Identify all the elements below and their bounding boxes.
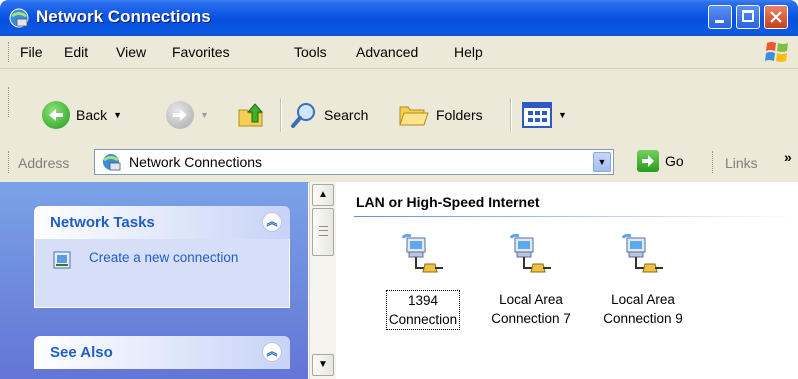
- back-dropdown-icon[interactable]: ▼: [113, 110, 122, 120]
- up-folder-icon: [238, 103, 264, 127]
- back-arrow-icon: [42, 101, 70, 129]
- content-area: LAN or High-Speed Internet 1394 Connecti…: [336, 182, 798, 379]
- see-also-panel: See Also ︽: [34, 336, 290, 369]
- see-also-title: See Also: [50, 344, 113, 361]
- group-header: LAN or High-Speed Internet: [356, 194, 540, 210]
- search-button[interactable]: Search: [290, 101, 368, 129]
- menu-help[interactable]: Help: [454, 44, 483, 60]
- connection-label-line1: 1394: [407, 293, 439, 308]
- menu-edit[interactable]: Edit: [64, 44, 88, 60]
- new-connection-icon: [53, 251, 71, 269]
- group-divider: [354, 216, 798, 217]
- windows-logo-icon: [765, 42, 788, 62]
- title-bar[interactable]: Network Connections: [0, 0, 798, 36]
- forward-button[interactable]: ▼: [166, 101, 209, 129]
- scroll-up-button[interactable]: ▲: [312, 184, 334, 206]
- go-button[interactable]: Go: [637, 150, 684, 172]
- back-label: Back: [76, 107, 108, 123]
- folders-label: Folders: [436, 107, 483, 123]
- menu-tools[interactable]: Tools: [294, 44, 327, 60]
- menu-grip[interactable]: [8, 42, 11, 62]
- connection-label-line2: Connection 7: [491, 311, 571, 326]
- connection-label-line2: Connection: [388, 312, 458, 327]
- forward-arrow-icon: [166, 101, 194, 129]
- maximize-icon: [742, 10, 754, 22]
- connection-label-line2: Connection 9: [603, 311, 683, 326]
- folders-icon: [399, 106, 429, 126]
- create-connection-link[interactable]: Create a new connection: [89, 249, 249, 267]
- minimize-icon: [715, 20, 724, 23]
- close-icon: [770, 11, 782, 23]
- vertical-scrollbar[interactable]: ▲ ▼: [309, 182, 336, 379]
- network-tasks-header[interactable]: Network Tasks ︽: [34, 206, 290, 239]
- menu-advanced[interactable]: Advanced: [356, 44, 418, 60]
- links-button[interactable]: Links: [725, 155, 758, 171]
- window-title: Network Connections: [36, 7, 211, 26]
- menu-favorites[interactable]: Favorites: [172, 44, 230, 60]
- address-dropdown-button[interactable]: ▼: [593, 152, 611, 172]
- menu-bar: File Edit View Favorites Tools Advanced …: [0, 36, 798, 69]
- toolbar-separator: [280, 98, 282, 132]
- go-arrow-icon: [637, 150, 659, 172]
- back-button[interactable]: Back ▼: [42, 101, 122, 129]
- address-grip[interactable]: [8, 151, 11, 173]
- connection-item-local-area-9[interactable]: Local Area Connection 9: [588, 234, 698, 328]
- network-connection-icon: [401, 234, 443, 273]
- scroll-thumb[interactable]: [312, 208, 334, 256]
- search-label: Search: [324, 107, 369, 123]
- chevron-down-icon: ▼: [318, 359, 328, 370]
- folders-button[interactable]: Folders: [398, 101, 483, 129]
- views-icon: [522, 102, 552, 128]
- chevron-up-icon: ▲: [318, 189, 328, 200]
- collapse-up-icon[interactable]: ︽: [262, 342, 282, 362]
- menu-view[interactable]: View: [116, 44, 146, 60]
- grip-lines-icon: [319, 226, 328, 236]
- connection-label: Local Area Connection 7: [489, 290, 573, 328]
- links-grip[interactable]: [712, 151, 715, 173]
- go-label: Go: [665, 153, 684, 169]
- chevron-down-icon: ▼: [597, 157, 607, 167]
- task-pane: Network Tasks ︽ Create a new connection …: [0, 182, 308, 379]
- connection-item-1394[interactable]: 1394 Connection: [368, 234, 478, 330]
- connection-label: 1394 Connection: [385, 290, 461, 330]
- connection-label-line1: Local Area: [499, 292, 563, 307]
- see-also-header[interactable]: See Also ︽: [34, 336, 290, 369]
- address-input[interactable]: Network Connections ▼: [94, 149, 614, 175]
- views-button[interactable]: ▼: [522, 102, 567, 128]
- network-connection-icon: [621, 234, 663, 273]
- network-connection-icon: [509, 234, 551, 273]
- address-value: Network Connections: [129, 154, 263, 170]
- close-button[interactable]: [764, 5, 788, 29]
- collapse-up-icon[interactable]: ︽: [262, 212, 282, 232]
- connection-label-line1: Local Area: [611, 292, 675, 307]
- address-label: Address: [18, 155, 70, 171]
- network-tasks-panel: Network Tasks ︽ Create a new connection: [34, 206, 290, 308]
- views-dropdown-icon[interactable]: ▼: [558, 110, 567, 120]
- toolbar-separator: [510, 98, 512, 132]
- links-more-button[interactable]: »: [784, 149, 792, 165]
- connection-item-local-area-7[interactable]: Local Area Connection 7: [476, 234, 586, 328]
- minimize-button[interactable]: [708, 5, 732, 29]
- network-tasks-title: Network Tasks: [50, 214, 155, 231]
- standard-toolbar: Back ▼ ▼ Search Folders ▼: [0, 69, 798, 146]
- maximize-button[interactable]: [736, 5, 760, 29]
- search-icon: [291, 103, 315, 128]
- scroll-down-button[interactable]: ▼: [312, 354, 334, 376]
- up-folder-button[interactable]: [236, 100, 266, 130]
- forward-dropdown-icon[interactable]: ▼: [200, 110, 209, 120]
- network-connections-icon: [9, 8, 29, 28]
- connection-label: Local Area Connection 9: [601, 290, 685, 328]
- menu-file[interactable]: File: [20, 44, 43, 60]
- network-connections-icon: [103, 154, 121, 171]
- toolbar-grip[interactable]: [8, 87, 11, 117]
- address-bar: Address Network Connections ▼ Go Links »: [0, 145, 798, 183]
- network-tasks-body: Create a new connection: [34, 239, 290, 308]
